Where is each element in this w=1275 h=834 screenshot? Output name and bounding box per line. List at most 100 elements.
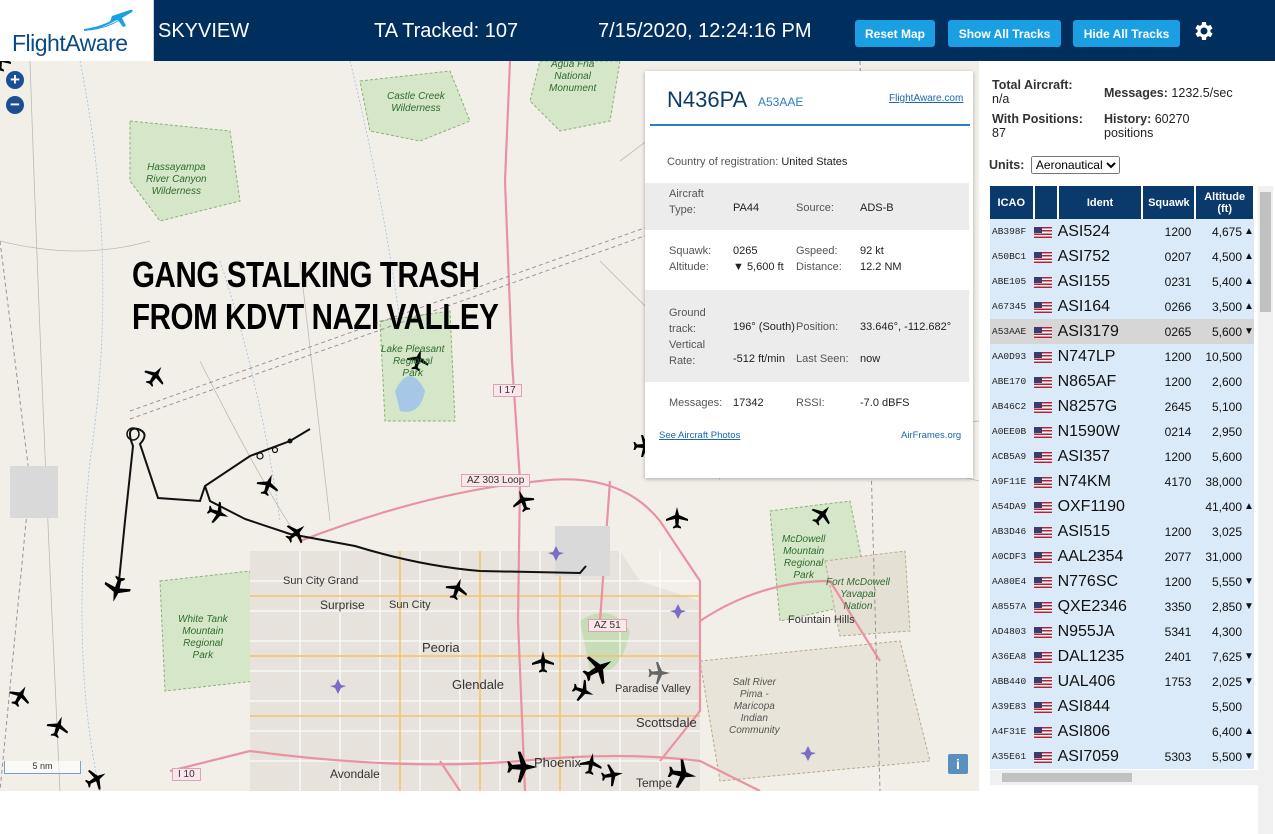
us-flag-icon (1033, 276, 1052, 288)
row-ident: ASI3179 (1057, 319, 1143, 344)
row-squawk: 1753 (1142, 669, 1196, 694)
us-flag-icon (1033, 301, 1052, 313)
us-flag-icon (1033, 401, 1052, 413)
table-row[interactable]: AA80E4 N776SC 1200 5,550 ▼ (990, 569, 1254, 594)
table-row[interactable]: A9F11E N74KM 4170 38,000 (990, 469, 1254, 494)
units-select[interactable]: Aeronautical (1030, 156, 1120, 174)
row-altitude: 5,600 (1195, 444, 1243, 469)
zoom-out-button[interactable]: − (6, 96, 24, 114)
table-row[interactable]: AD4803 N955JA 5341 4,300 (990, 619, 1254, 644)
with-positions-value: 87 (992, 126, 1006, 140)
row-icao: ABB440 (990, 669, 1034, 694)
row-flag (1033, 269, 1058, 294)
row-icao: A39E83 (990, 694, 1034, 719)
squawk-label: Squawk: (669, 245, 712, 257)
history-label: History: (1104, 112, 1152, 126)
row-altitude-trend (1242, 694, 1254, 719)
label-castle-creek: Castle Creek Wilderness (387, 91, 445, 114)
route-i17: I 17 (493, 384, 522, 397)
row-altitude-trend: ▲ (1242, 294, 1254, 319)
column-altitude[interactable]: Altitude (ft) (1195, 186, 1255, 219)
row-altitude: 41,400 (1195, 494, 1243, 519)
flightaware-link[interactable]: FlightAware.com (889, 93, 963, 104)
info-button[interactable]: i (948, 754, 968, 774)
show-all-tracks-button[interactable]: Show All Tracks (948, 20, 1061, 47)
row-altitude: 31,000 (1195, 544, 1243, 569)
aircraft-info-popup: N436PA A53AAE FlightAware.com Country of… (645, 71, 973, 478)
table-row[interactable]: A35E61 ASI7059 5303 5,500 ▼ (990, 744, 1254, 769)
table-row[interactable]: AB46C2 N8257G 2645 5,100 (990, 394, 1254, 419)
source-label: Source: (796, 202, 834, 214)
column-flag[interactable] (1033, 186, 1059, 219)
row-icao: A4F31E (990, 719, 1034, 744)
row-ident: ASI7059 (1057, 744, 1143, 769)
row-altitude-trend (1242, 344, 1254, 369)
table-row[interactable]: ABE105 ASI155 0231 5,400 ▲ (990, 269, 1254, 294)
flightaware-logo[interactable]: FlightAware (0, 0, 154, 61)
row-altitude: 5,550 (1195, 569, 1243, 594)
label-white-tank: White Tank Mountain Regional Park (178, 614, 228, 661)
table-row[interactable]: A50BC1 ASI752 0207 4,500 ▲ (990, 244, 1254, 269)
hide-all-tracks-button[interactable]: Hide All Tracks (1073, 20, 1180, 47)
position-value: 33.646°, -112.682° (860, 321, 952, 333)
row-ident: ASI844 (1057, 694, 1143, 719)
row-altitude: 10,500 (1195, 344, 1243, 369)
row-ident: N865AF (1057, 369, 1143, 394)
row-squawk: 5341 (1142, 619, 1196, 644)
distance-label: Distance: (796, 261, 842, 273)
gspeed-label: Gspeed: (796, 245, 838, 257)
table-row[interactable]: AA0D93 N747LP 1200 10,500 (990, 344, 1254, 369)
table-row[interactable]: A54DA9 OXF1190 41,400 ▲ (990, 494, 1254, 519)
row-squawk (1142, 719, 1196, 744)
table-row[interactable]: AB3D46 ASI515 1200 3,025 (990, 519, 1254, 544)
scroll-thumb[interactable] (1002, 773, 1132, 782)
row-squawk: 1200 (1142, 369, 1196, 394)
reset-map-button[interactable]: Reset Map (855, 20, 935, 47)
position-label: Position: (796, 321, 839, 333)
table-row[interactable]: ACB5A9 ASI357 1200 5,600 (990, 444, 1254, 469)
scroll-thumb[interactable] (1260, 192, 1271, 312)
table-row[interactable]: A8557A QXE2346 3350 2,850 ▼ (990, 594, 1254, 619)
with-positions: With Positions: 87 (992, 112, 1083, 140)
row-flag (1033, 569, 1058, 594)
gear-icon[interactable] (1191, 19, 1215, 43)
row-flag (1033, 619, 1058, 644)
table-row[interactable]: ABB440 UAL406 1753 2,025 ▼ (990, 669, 1254, 694)
row-squawk: 3350 (1142, 594, 1196, 619)
table-row[interactable]: A0CDF3 AAL2354 2077 31,000 (990, 544, 1254, 569)
us-flag-icon (1033, 251, 1052, 263)
column-ident[interactable]: Ident (1057, 186, 1144, 219)
column-squawk[interactable]: Squawk (1142, 186, 1197, 219)
table-row[interactable]: A53AAE ASI3179 0265 5,600 ▼ (990, 319, 1254, 344)
column-icao[interactable]: ICAO (990, 186, 1035, 219)
table-row[interactable]: A39E83 ASI844 5,500 (990, 694, 1254, 719)
table-row[interactable]: A0EE0B N1590W 0214 2,950 (990, 419, 1254, 444)
table-horizontal-scrollbar[interactable] (990, 770, 1258, 785)
row-ident: ASI806 (1057, 719, 1143, 744)
row-ident: ASI515 (1057, 519, 1143, 544)
row-icao: A53AAE (990, 319, 1034, 344)
row-squawk: 0207 (1142, 244, 1196, 269)
row-altitude: 5,400 (1195, 269, 1243, 294)
units-label: Units: (989, 158, 1025, 172)
row-icao: A35E61 (990, 744, 1034, 769)
aircraft-photos-link[interactable]: See Aircraft Photos (659, 430, 740, 441)
row-ident: N955JA (1057, 619, 1143, 644)
table-row[interactable]: A67345 ASI164 0266 3,500 ▲ (990, 294, 1254, 319)
table-row[interactable]: A36EA8 DAL1235 2401 7,625 ▼ (990, 644, 1254, 669)
row-icao: A8557A (990, 594, 1034, 619)
row-flag (1033, 669, 1058, 694)
sidebar: Total Aircraft: n/a Messages: 1232.5/sec… (979, 61, 1275, 834)
us-flag-icon (1033, 426, 1052, 438)
table-row[interactable]: A4F31E ASI806 6,400 ▲ (990, 719, 1254, 744)
table-row[interactable]: ABE170 N865AF 1200 2,600 (990, 369, 1254, 394)
row-altitude-trend: ▼ (1242, 644, 1254, 669)
ground-track-label: Ground track: (669, 307, 706, 335)
airframes-link[interactable]: AirFrames.org (901, 430, 961, 441)
table-vertical-scrollbar[interactable] (1258, 186, 1273, 834)
zoom-in-button[interactable]: + (6, 71, 24, 89)
messages-label: Messages: (669, 397, 723, 409)
row-flag (1033, 369, 1058, 394)
ground-track-value: 196° (South) (733, 321, 795, 333)
table-row[interactable]: AB398F ASI524 1200 4,675 ▲ (990, 219, 1254, 244)
